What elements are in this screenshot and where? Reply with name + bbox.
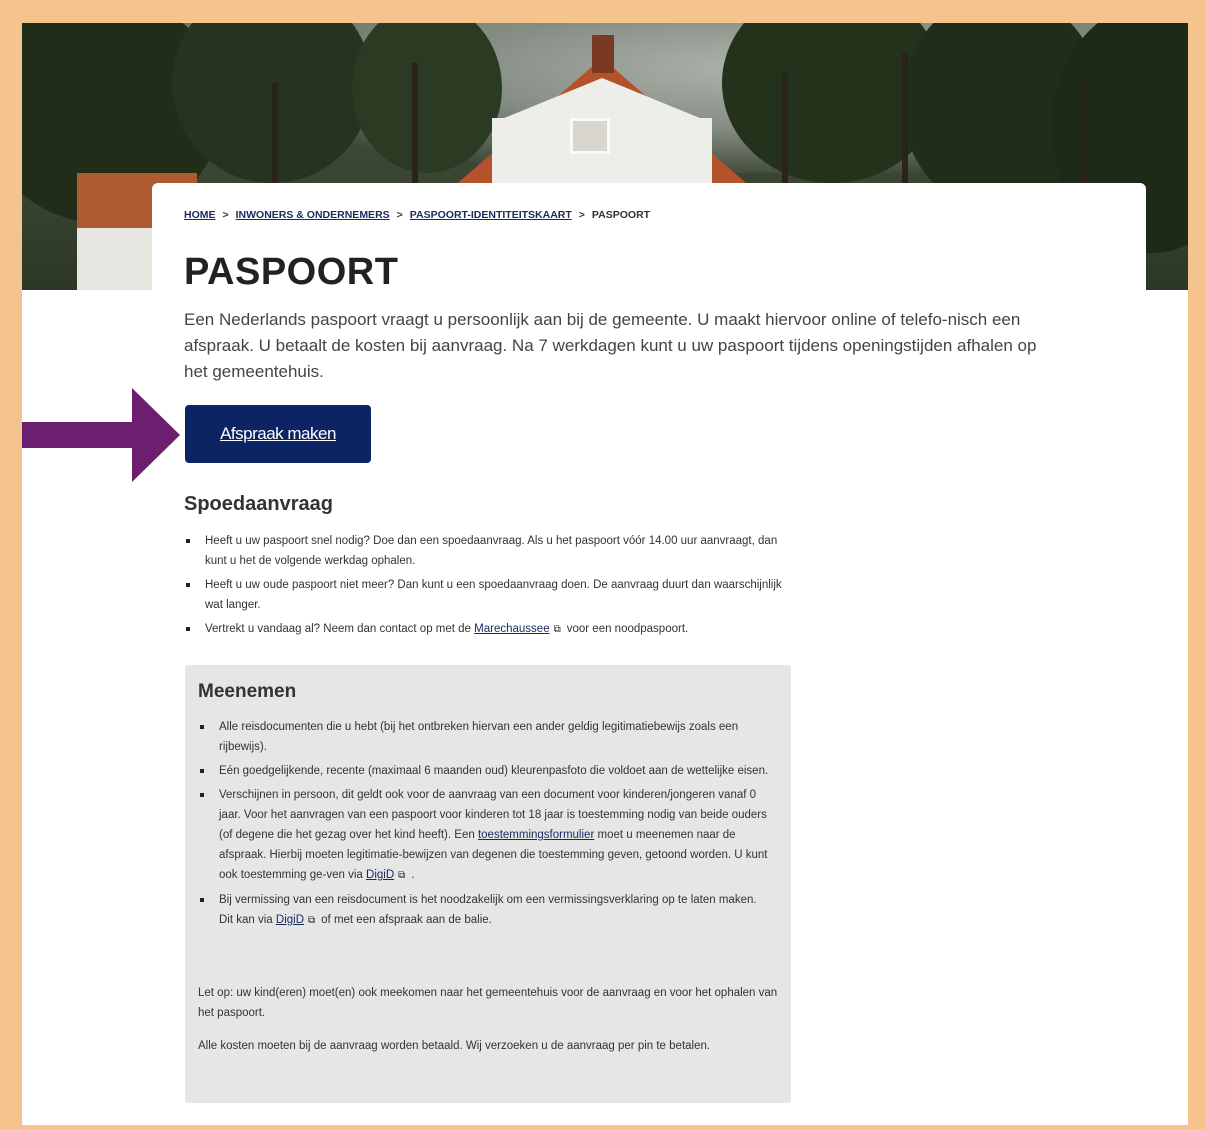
pointer-arrow-icon: [22, 388, 180, 482]
list-item: Bij vermissing van een reisdocument is h…: [199, 890, 769, 931]
list-item: Verschijnen in persoon, dit geldt ook vo…: [199, 785, 769, 886]
marechaussee-link[interactable]: Marechaussee: [474, 623, 549, 635]
breadcrumb-paspoort-id-link[interactable]: PASPOORT-IDENTITEITSKAART: [410, 209, 572, 221]
digid-link[interactable]: DigiD: [276, 914, 304, 926]
digid-link[interactable]: DigiD: [366, 869, 394, 881]
afspraak-maken-button[interactable]: Afspraak maken: [185, 405, 371, 463]
list-item: Eén goedgelijkende, recente (maximaal 6 …: [199, 761, 769, 781]
external-link-icon: ⧉: [308, 915, 316, 926]
content-card: HOME > INWONERS & ONDERNEMERS > PASPOORT-IDE…: [152, 183, 1146, 1125]
list-item: Vertrekt u vandaag al? Neem dan contact …: [185, 619, 795, 640]
spoedaanvraag-heading: Spoedaanvraag: [184, 493, 333, 515]
breadcrumb-separator: >: [396, 209, 403, 221]
external-link-icon: ⧉: [553, 624, 561, 635]
kosten-note: Alle kosten moeten bij de aanvraag worde…: [198, 1040, 711, 1052]
breadcrumb-separator: >: [578, 209, 585, 221]
breadcrumb-inwoners-link[interactable]: INWONERS & ONDERNEMERS: [236, 209, 390, 221]
afspraak-maken-label: Afspraak maken: [220, 424, 336, 443]
meenemen-heading: Meenemen: [198, 681, 297, 702]
spoedaanvraag-list: Heeft u uw paspoort snel nodig? Doe dan …: [185, 531, 795, 644]
external-link-icon: ⧉: [398, 870, 406, 881]
breadcrumb: HOME > INWONERS & ONDERNEMERS > PASPOORT-IDE…: [184, 209, 650, 221]
list-item: Alle reisdocumenten die u hebt (bij het …: [199, 717, 769, 757]
screenshot-frame: HOME > INWONERS & ONDERNEMERS > PASPOORT-IDE…: [22, 23, 1188, 1125]
toestemmingsformulier-link[interactable]: toestemmingsformulier: [478, 829, 594, 841]
kinderen-note: Let op: uw kind(eren) moet(en) ook meeko…: [198, 987, 778, 1019]
breadcrumb-current: PASPOORT: [591, 209, 651, 221]
page-title: PASPOORT: [184, 251, 399, 293]
meenemen-list: Alle reisdocumenten die u hebt (bij het …: [199, 717, 769, 935]
intro-text: Een Nederlands paspoort vraagt u persoon…: [184, 310, 1037, 381]
breadcrumb-separator: >: [222, 209, 229, 221]
list-item: Heeft u uw oude paspoort niet meer? Dan …: [185, 575, 795, 615]
list-item: Heeft u uw paspoort snel nodig? Doe dan …: [185, 531, 795, 571]
breadcrumb-home-link[interactable]: HOME: [184, 209, 216, 221]
meenemen-panel: Meenemen Alle reisdocumenten die u hebt …: [185, 665, 791, 1103]
